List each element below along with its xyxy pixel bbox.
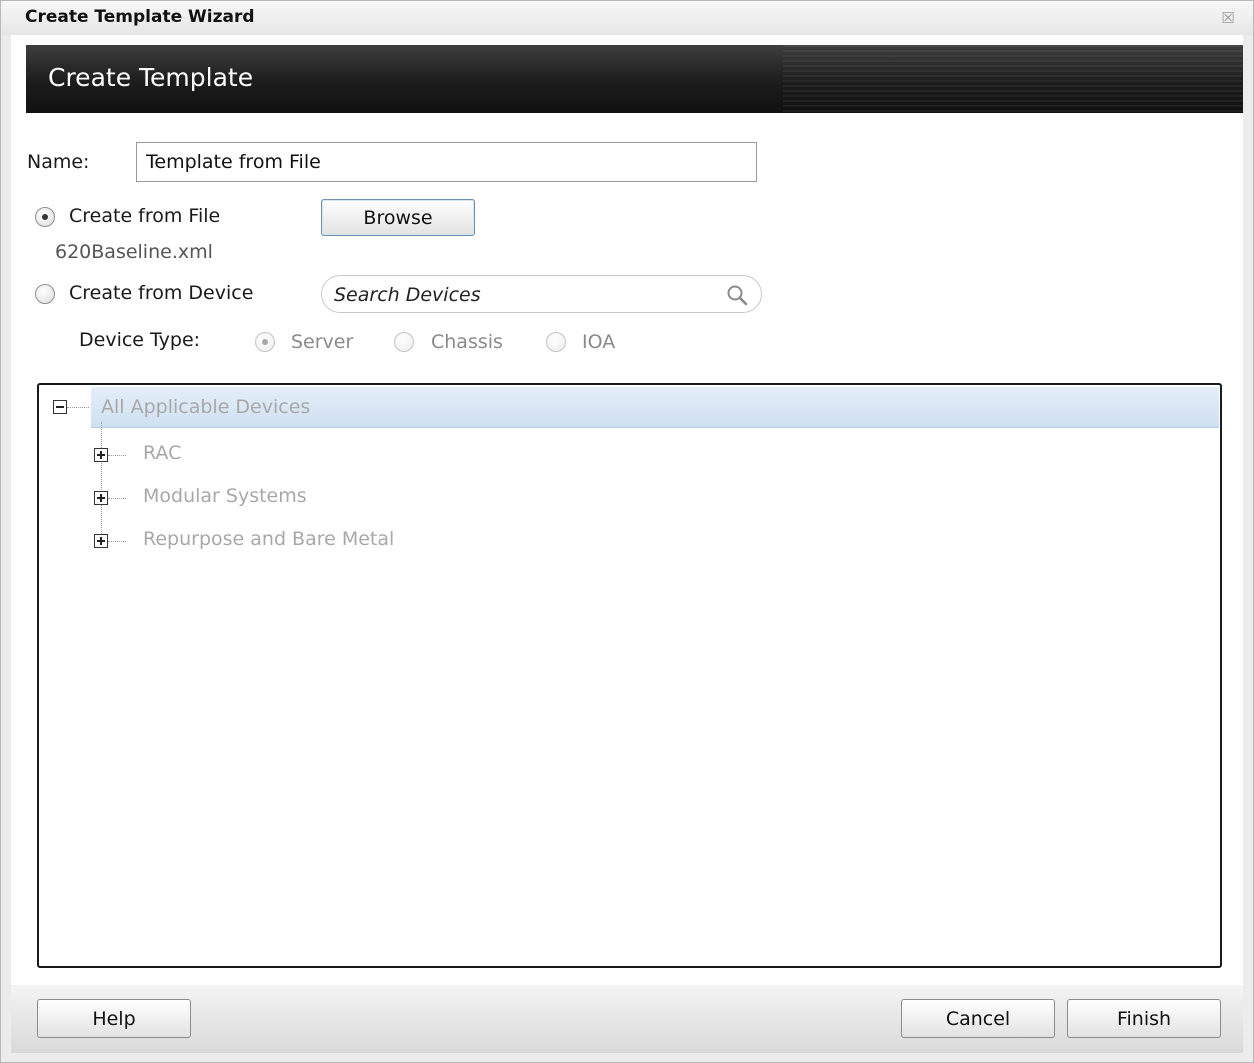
tree-root-collapse-icon[interactable] [53,400,67,414]
tree-connector [101,422,102,542]
device-type-ioa-label[interactable]: IOA [582,331,615,353]
create-from-device-radio[interactable] [35,284,55,304]
tree-connector [67,407,89,408]
device-type-label: Device Type: [79,329,201,351]
device-tree[interactable]: All Applicable Devices RAC Modular Syste… [37,383,1222,968]
tree-expand-rac-icon[interactable] [94,448,108,462]
search-icon[interactable] [725,283,749,307]
tree-item-repurpose-bare-metal[interactable]: Repurpose and Bare Metal [143,528,394,550]
tree-connector [108,541,126,542]
cancel-button[interactable]: Cancel [901,999,1055,1038]
search-devices-box [321,275,762,313]
device-type-ioa-radio[interactable] [546,332,566,352]
help-button[interactable]: Help [37,999,191,1038]
tree-expand-modular-systems-icon[interactable] [94,491,108,505]
tree-connector [108,498,126,499]
tree-root-row[interactable]: All Applicable Devices [91,387,1219,428]
wizard-panel: Create Template Name: Create from File B… [11,35,1243,1053]
header-stripes-decoration [783,45,1243,113]
device-type-server-label[interactable]: Server [291,331,353,353]
device-type-chassis-radio[interactable] [394,332,414,352]
create-template-wizard-window: Create Template Wizard ☒ Create Template… [0,0,1254,1063]
search-devices-input[interactable] [332,279,716,311]
create-from-device-label[interactable]: Create from Device [69,282,253,304]
finish-button[interactable]: Finish [1067,999,1221,1038]
page-title: Create Template [48,63,254,92]
device-type-chassis-label[interactable]: Chassis [431,331,503,353]
device-type-server-radio[interactable] [255,332,275,352]
tree-connector [108,455,126,456]
tree-root-label[interactable]: All Applicable Devices [101,396,310,418]
selected-file-name: 620Baseline.xml [55,241,213,263]
page-header: Create Template [26,45,1243,113]
window-title: Create Template Wizard [25,7,255,27]
title-bar: Create Template Wizard ☒ [1,1,1253,35]
create-from-file-radio[interactable] [35,207,55,227]
name-label: Name: [27,151,90,173]
tree-item-modular-systems[interactable]: Modular Systems [143,485,307,507]
name-input[interactable] [136,142,757,182]
tree-item-rac[interactable]: RAC [143,442,181,464]
browse-button[interactable]: Browse [321,199,475,236]
create-from-file-label[interactable]: Create from File [69,205,220,227]
close-icon[interactable]: ☒ [1219,9,1237,27]
tree-expand-repurpose-icon[interactable] [94,534,108,548]
dialog-footer: Help Cancel Finish [11,985,1243,1053]
